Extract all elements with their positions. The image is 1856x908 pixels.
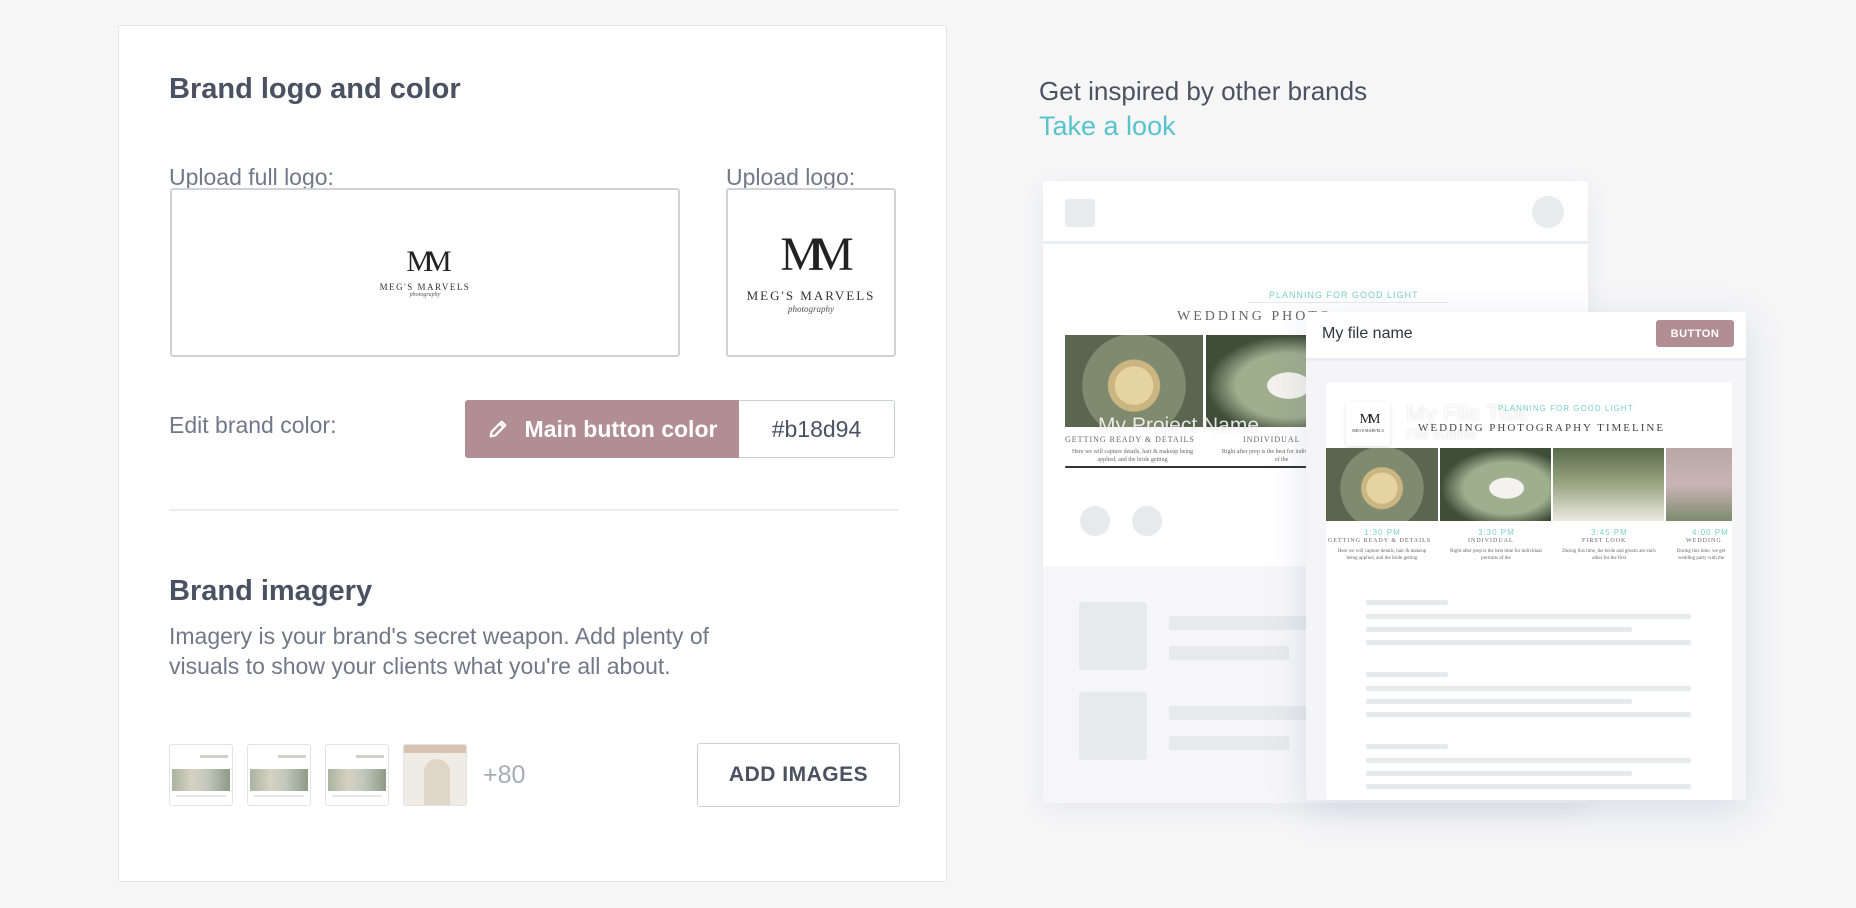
logo-name: MEG'S MARVELS bbox=[379, 281, 471, 292]
pencil-icon bbox=[489, 420, 506, 438]
timeline-text: During this time, the bride and groom ar… bbox=[1562, 549, 1656, 561]
column-text: Here we will capture details, hair & mak… bbox=[1071, 449, 1194, 463]
timeline-time: 1:30 PM bbox=[1364, 528, 1401, 537]
imagery-thumbnails: +80 bbox=[169, 744, 525, 806]
image-thumbnail[interactable] bbox=[247, 744, 311, 806]
full-logo-upload[interactable]: MM MEG'S MARVELS photography bbox=[170, 188, 680, 357]
logo-tagline: photography bbox=[787, 303, 834, 314]
logo-name: MEG'S MARVELS bbox=[746, 287, 876, 303]
inspire-heading: Get inspired by other brands bbox=[1039, 76, 1368, 106]
planning-text: PLANNING FOR GOOD LIGHT bbox=[1269, 290, 1419, 300]
planning-text: PLANNING FOR GOOD LIGHT bbox=[1498, 404, 1634, 413]
timeline-heading: GETTING READY & DETAILS bbox=[1328, 538, 1432, 544]
preview-photo bbox=[1666, 448, 1732, 521]
file-logo: MM MEG'S MARVELS bbox=[1346, 402, 1390, 446]
logo-name: MEG'S MARVELS bbox=[1352, 428, 1384, 433]
timeline-time: 3:30 PM bbox=[1478, 528, 1515, 537]
preview-button[interactable]: BUTTON bbox=[1656, 320, 1734, 347]
mockup-dot bbox=[1132, 506, 1162, 536]
main-button-color-button[interactable]: Main button color bbox=[465, 400, 739, 458]
file-header: My file name BUTTON bbox=[1306, 312, 1746, 361]
mockup-logo-placeholder bbox=[1065, 199, 1095, 227]
brand-settings-card: Brand logo and color Upload full logo: U… bbox=[118, 25, 947, 882]
file-name: My file name bbox=[1322, 325, 1413, 342]
preview-photo bbox=[1440, 448, 1551, 521]
timeline-text: Here we will capture details, hair & mak… bbox=[1337, 549, 1427, 561]
take-a-look-link[interactable]: Take a look bbox=[1039, 111, 1176, 142]
brand-color-control: Main button color bbox=[465, 400, 895, 458]
brand-logo-title: Brand logo and color bbox=[169, 73, 461, 105]
file-page: MM MEG'S MARVELS My File Title File subt… bbox=[1326, 382, 1732, 800]
brand-color-label: Edit brand color: bbox=[169, 412, 337, 438]
add-images-button[interactable]: ADD IMAGES bbox=[697, 743, 900, 807]
timeline-heading: FIRST LOOK bbox=[1582, 538, 1627, 544]
mockup-avatar-placeholder bbox=[1532, 196, 1564, 228]
timeline-title: WEDDING PHOTOGRAPHY TIMELINE bbox=[1418, 422, 1666, 434]
logo-monogram: MM bbox=[780, 227, 853, 281]
logo-label: Upload logo: bbox=[726, 164, 856, 190]
image-thumbnail[interactable] bbox=[169, 744, 233, 806]
mockup-header bbox=[1043, 181, 1588, 244]
image-thumbnail[interactable] bbox=[325, 744, 389, 806]
timeline-heading: WEDDING bbox=[1686, 538, 1722, 544]
hex-color-input[interactable] bbox=[739, 400, 895, 458]
logo-image: MM MEG'S MARVELS photography bbox=[746, 227, 876, 314]
brand-imagery-description: Imagery is your brand's secret weapon. A… bbox=[169, 623, 710, 679]
main-button-color-label: Main button color bbox=[524, 415, 718, 442]
timeline-text: Right after prep is the best time for in… bbox=[1450, 549, 1542, 561]
timeline-time: 3:45 PM bbox=[1591, 528, 1628, 537]
section-divider bbox=[169, 509, 898, 511]
more-images-count: +80 bbox=[483, 760, 526, 789]
preview-photo bbox=[1553, 448, 1664, 521]
brand-imagery-title: Brand imagery bbox=[169, 575, 373, 607]
logo-tagline: photography bbox=[409, 291, 441, 298]
logo-upload[interactable]: MM MEG'S MARVELS photography bbox=[726, 188, 896, 357]
project-name: My Project Name bbox=[1098, 414, 1260, 437]
image-thumbnail[interactable] bbox=[403, 744, 467, 806]
preview-photo bbox=[1326, 448, 1438, 521]
logo-monogram: MM bbox=[1359, 412, 1381, 427]
full-logo-image: MM MEG'S MARVELS photography bbox=[379, 244, 471, 298]
mockup-dot bbox=[1080, 506, 1110, 536]
timeline-text: During this time, we get wedding party w… bbox=[1676, 549, 1726, 561]
timeline-heading: INDIVIDUAL bbox=[1468, 538, 1514, 544]
timeline-time: 4:00 PM bbox=[1692, 528, 1729, 537]
full-logo-label: Upload full logo: bbox=[169, 164, 334, 190]
file-preview-mockup: My file name BUTTON MM MEG'S MARVELS My … bbox=[1306, 312, 1746, 800]
logo-monogram: MM bbox=[406, 244, 451, 278]
